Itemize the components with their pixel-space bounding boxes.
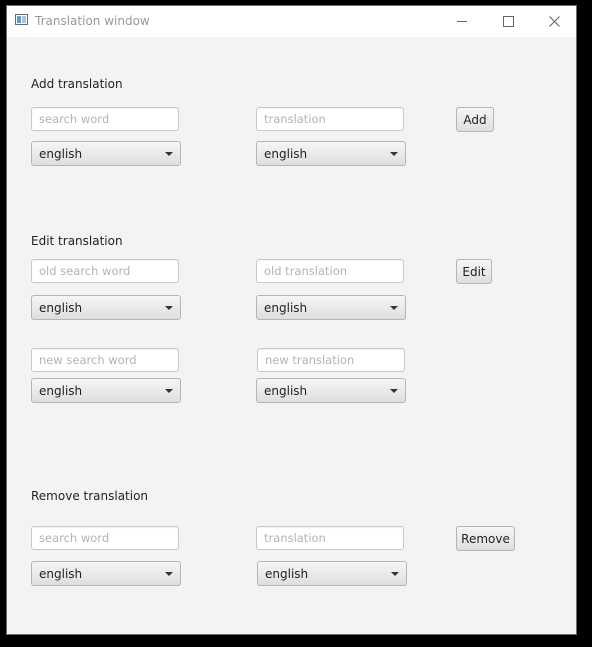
- title-bar[interactable]: Translation window: [7, 6, 576, 37]
- edit-old-source-language-select[interactable]: english: [31, 295, 181, 320]
- edit-new-translation-input[interactable]: [257, 348, 405, 372]
- edit-old-translation-input[interactable]: [256, 259, 404, 283]
- add-target-language-select[interactable]: english: [256, 141, 406, 166]
- select-value: english: [264, 147, 308, 161]
- add-button[interactable]: Add: [456, 107, 494, 132]
- edit-old-search-word-input[interactable]: [31, 259, 179, 283]
- select-value: english: [264, 301, 308, 315]
- remove-target-language-select[interactable]: english: [257, 561, 407, 586]
- select-value: english: [39, 147, 83, 161]
- remove-translation-input[interactable]: [256, 526, 404, 550]
- edit-button[interactable]: Edit: [456, 259, 492, 284]
- dropdown-arrow-icon: [165, 389, 173, 393]
- close-icon: [548, 16, 560, 27]
- select-value: english: [264, 384, 308, 398]
- add-search-word-input[interactable]: [31, 107, 179, 131]
- translation-window: Translation window Add translation Add e…: [6, 5, 577, 635]
- maximize-button[interactable]: [485, 6, 531, 37]
- select-value: english: [39, 567, 83, 581]
- minimize-button[interactable]: [439, 6, 485, 37]
- remove-button[interactable]: Remove: [456, 526, 515, 551]
- edit-translation-heading: Edit translation: [31, 234, 123, 248]
- edit-new-search-word-input[interactable]: [31, 348, 179, 372]
- dropdown-arrow-icon: [391, 572, 399, 576]
- select-value: english: [39, 384, 83, 398]
- add-source-language-select[interactable]: english: [31, 141, 181, 166]
- dropdown-arrow-icon: [165, 306, 173, 310]
- minimize-icon: [457, 21, 467, 22]
- maximize-icon: [502, 16, 514, 27]
- close-button[interactable]: [531, 6, 577, 37]
- edit-old-target-language-select[interactable]: english: [256, 295, 406, 320]
- remove-translation-heading: Remove translation: [31, 489, 149, 503]
- dropdown-arrow-icon: [390, 152, 398, 156]
- select-value: english: [265, 567, 309, 581]
- edit-new-source-language-select[interactable]: english: [31, 378, 181, 403]
- dropdown-arrow-icon: [165, 572, 173, 576]
- app-icon: [15, 14, 28, 25]
- dropdown-arrow-icon: [390, 389, 398, 393]
- remove-search-word-input[interactable]: [31, 526, 179, 550]
- add-translation-heading: Add translation: [31, 77, 123, 91]
- remove-source-language-select[interactable]: english: [31, 561, 181, 586]
- dropdown-arrow-icon: [165, 152, 173, 156]
- window-title: Translation window: [35, 14, 150, 28]
- add-translation-input[interactable]: [256, 107, 404, 131]
- dropdown-arrow-icon: [390, 306, 398, 310]
- edit-new-target-language-select[interactable]: english: [256, 378, 406, 403]
- select-value: english: [39, 301, 83, 315]
